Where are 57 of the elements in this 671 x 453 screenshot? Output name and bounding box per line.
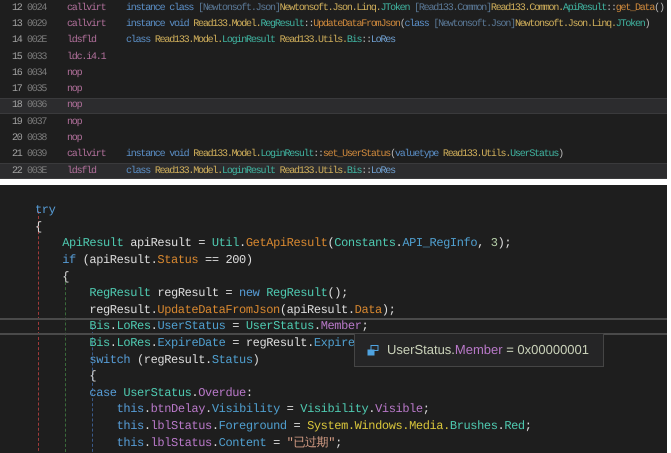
line-number: 21	[12, 148, 24, 162]
code-line: try	[35, 202, 56, 220]
code-line: this.lblStatus.Content = "已过期";	[116, 434, 342, 452]
code-line: {	[62, 268, 69, 286]
operand: class Read133.Model.LoginResult Read133.Utils.Bis::LoRes	[126, 164, 395, 179]
offset: 0033	[27, 50, 48, 65]
code-line: this.btnDelay.Visibility = Visibility.Visible;	[116, 401, 430, 418]
highlighted-row[interactable]: 22 003E ldsfld class Read133.Model.LoginResult Read133.Utils.Bis::LoRes	[0, 162, 667, 179]
line-number: 19	[12, 116, 23, 130]
opcode: ldsfld	[67, 164, 98, 179]
code-line: this.lblStatus.Foreground = System.Windows.Media.Brushes.Red;	[116, 418, 532, 436]
code-line: {	[35, 218, 42, 236]
opcode: nop	[67, 83, 83, 98]
opcode: ldsfld	[67, 34, 98, 48]
opcode: callvirt	[67, 148, 106, 162]
code-line: if (apiResult.Status == 200)	[62, 252, 253, 270]
offset: 0024	[27, 2, 48, 16]
tip-text: UserStatus.Member = 0x00000001	[387, 341, 589, 360]
code-line: Bis.LoRes.UserStatus = UserStatus.Member;	[89, 318, 368, 336]
opcode: callvirt	[67, 18, 106, 32]
opcode: nop	[67, 66, 83, 81]
offset: 0035	[27, 83, 48, 98]
line-number: 16	[12, 66, 23, 81]
line-number: 17	[12, 83, 23, 98]
offset: 003E	[27, 164, 48, 179]
opcode: nop	[67, 99, 83, 114]
operand: instance void Read133.Model.LoginResult::set_UserStatus(valuetype Read133.Utils.UserStatus)	[126, 148, 563, 162]
highlighted-row[interactable]: 18 0036 nop	[0, 98, 667, 114]
operand: class Read133.Model.LoginResult Read133.Utils.Bis::LoRes	[126, 34, 395, 48]
line-number: 13	[12, 18, 24, 32]
offset: 002E	[27, 34, 48, 48]
opcode: callvirt	[67, 2, 106, 16]
offset: 0038	[27, 132, 48, 146]
line-number: 20	[12, 132, 24, 146]
line-number: 15	[12, 50, 24, 65]
enum-icon	[367, 344, 379, 356]
operand: instance void Read133.Model.RegResult::UpdateDataFromJson(class [Newtonsoft.Json]Newtonsoft.Json.Linq.JToken)	[126, 18, 650, 32]
code-line: case UserStatus.Overdue:	[89, 384, 253, 402]
line-number: 12	[12, 2, 23, 16]
line-number: 14	[12, 34, 24, 48]
code-line: Bis.LoRes.ExpireDate = regResult.Expire	[89, 335, 355, 352]
offset: 0037	[27, 116, 48, 130]
offset: 0029	[27, 18, 48, 32]
code-line: switch (regResult.Status)	[89, 352, 260, 369]
code-line: regResult.UpdateDataFromJson(apiResult.Data);	[89, 302, 396, 319]
code-line: ApiResult apiResult = Util.GetApiResult(Constants.API_RegInfo, 3);	[62, 235, 512, 252]
operand: instance class [Newtonsoft.Json]Newtonsoft.Json.Linq.JToken [Read133.Common]Read133.Common.ApiResult::get_Data()	[126, 2, 664, 16]
opcode: ldc.i4.1	[67, 50, 107, 65]
opcode: nop	[67, 132, 83, 146]
offset: 0039	[27, 148, 48, 162]
line-number: 22	[12, 164, 23, 179]
opcode: nop	[67, 116, 83, 130]
offset: 0036	[27, 99, 48, 114]
code-line: RegResult regResult = new RegResult();	[89, 285, 348, 302]
line-number: 18	[12, 99, 23, 114]
offset: 0034	[27, 66, 48, 81]
code-line: {	[89, 368, 96, 386]
